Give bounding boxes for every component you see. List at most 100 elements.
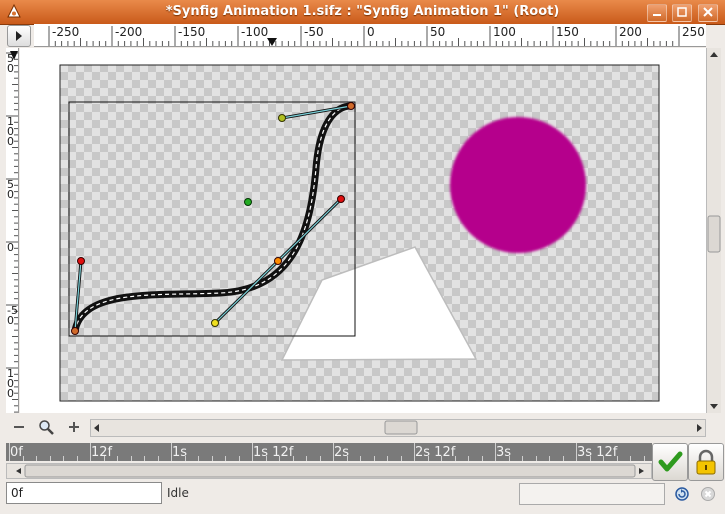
canvas-viewport[interactable] [20, 48, 706, 413]
time-tick [522, 456, 523, 461]
time-tick [346, 456, 348, 461]
time-tick [441, 456, 442, 461]
time-tick [157, 456, 159, 461]
ruler-label: -50 [304, 25, 324, 39]
vertical-ruler-ticks: 50100500-50100 [6, 51, 18, 413]
time-tick [49, 456, 51, 461]
ruler-label: -100 [241, 25, 268, 39]
tangent-duck-red[interactable] [77, 257, 85, 265]
time-tick [76, 456, 78, 461]
horizontal-scroll-thumb [384, 420, 418, 435]
tangent-duck-red[interactable] [337, 195, 345, 203]
center-duck-green[interactable] [244, 198, 252, 206]
time-tick [279, 456, 280, 461]
lock-icon [696, 449, 716, 475]
scroll-down-arrow-icon [710, 404, 718, 409]
maximize-icon [677, 7, 687, 17]
time-tick [117, 456, 118, 461]
render-progress-bar [519, 483, 665, 505]
magnifier-icon[interactable] [37, 418, 55, 436]
vertical-ruler[interactable]: 5 0 1 0 0 5 0 0 -5 0 1 0 0 [6, 48, 19, 413]
vertex-duck-orange[interactable] [71, 327, 79, 335]
maximize-button[interactable] [672, 4, 692, 22]
time-tick [562, 456, 564, 461]
ruler-label: 0 [7, 387, 14, 400]
ruler-label: -200 [115, 25, 142, 39]
time-tick [643, 456, 645, 461]
horizontal-ruler[interactable]: -250 -200 -150 -100 -50 0 50 100 150 200 250 [34, 24, 706, 47]
vertex-duck-orange[interactable] [347, 102, 355, 110]
vertex-duck-orange[interactable] [274, 257, 282, 265]
scroll-right-arrow-icon [697, 424, 702, 432]
time-scrollbar[interactable] [6, 463, 652, 479]
time-tick [198, 456, 199, 461]
time-tick [63, 456, 64, 461]
time-tick [360, 456, 361, 461]
tangent-duck-yellow-green[interactable] [278, 114, 286, 122]
time-label: 2s 12f [415, 445, 456, 460]
caret-right-icon [16, 31, 22, 41]
time-tick [603, 456, 604, 461]
time-tick [36, 456, 37, 461]
canvas-menu-button[interactable] [7, 25, 31, 47]
time-tick [468, 456, 469, 461]
time-tick [319, 456, 321, 461]
scroll-left-arrow-icon [94, 424, 99, 432]
time-tick [373, 456, 375, 461]
time-tick [265, 456, 267, 461]
ruler-label: 0 [7, 188, 14, 201]
ruler-label: 200 [619, 25, 642, 39]
time-label: 1s 12f [253, 445, 294, 460]
time-tick [630, 456, 631, 461]
time-scrollbar-parts [16, 464, 644, 478]
close-icon [703, 7, 713, 17]
time-label: 12f [91, 445, 113, 460]
time-tick [103, 456, 105, 461]
ruler-label: 0 [7, 135, 14, 148]
stop-icon[interactable] [700, 486, 716, 502]
vertical-scrollbar[interactable] [706, 48, 721, 413]
time-label: 0f [10, 445, 23, 460]
current-time-field[interactable]: 0f [6, 482, 162, 504]
minimize-button[interactable] [647, 4, 667, 22]
time-tick [576, 443, 577, 461]
time-tick [508, 456, 510, 461]
ruler-label: 100 [493, 25, 516, 39]
canvas-drawing[interactable] [20, 48, 706, 413]
apply-button[interactable] [652, 443, 688, 481]
ruler-label: 50 [430, 25, 445, 39]
title-bar: *Synfig Animation 1.sifz : "Synfig Anima… [0, 0, 725, 25]
zoom-out-icon[interactable] [10, 418, 28, 436]
time-tick [184, 456, 186, 461]
keyframe-lock-button[interactable] [688, 443, 724, 481]
circle-layer[interactable] [450, 117, 586, 253]
time-tick [211, 456, 213, 461]
time-tick [9, 443, 10, 461]
minimize-icon [653, 14, 661, 16]
tangent-duck-yellow[interactable] [211, 319, 219, 327]
checkmark-icon [658, 451, 683, 472]
time-tick [616, 456, 618, 461]
time-tick [171, 443, 172, 461]
time-slider[interactable]: 0f 12f 1s 1s 12f 2s 2s 12f 3s 3s 12f [6, 443, 652, 461]
time-tick [225, 456, 226, 461]
time-tick [549, 456, 550, 461]
ruler-label: 150 [556, 25, 579, 39]
time-tick [535, 456, 537, 461]
window-title: *Synfig Animation 1.sifz : "Synfig Anima… [165, 4, 560, 19]
time-tick [252, 443, 253, 461]
zoom-in-icon[interactable] [65, 418, 83, 436]
status-text: Idle [167, 486, 189, 500]
scroll-left-arrow-icon [16, 468, 21, 474]
time-tick [144, 456, 145, 461]
time-tick [22, 456, 24, 461]
horizontal-scrollbar[interactable] [90, 419, 706, 437]
time-tick [130, 456, 132, 461]
time-label: 3s 12f [577, 445, 618, 460]
refresh-icon[interactable] [674, 486, 690, 502]
time-tick [306, 456, 307, 461]
vertical-scrollbar-parts [707, 52, 721, 409]
ruler-label: 0 [7, 62, 14, 75]
close-button[interactable] [698, 4, 718, 22]
ruler-label: 0 [7, 241, 14, 254]
